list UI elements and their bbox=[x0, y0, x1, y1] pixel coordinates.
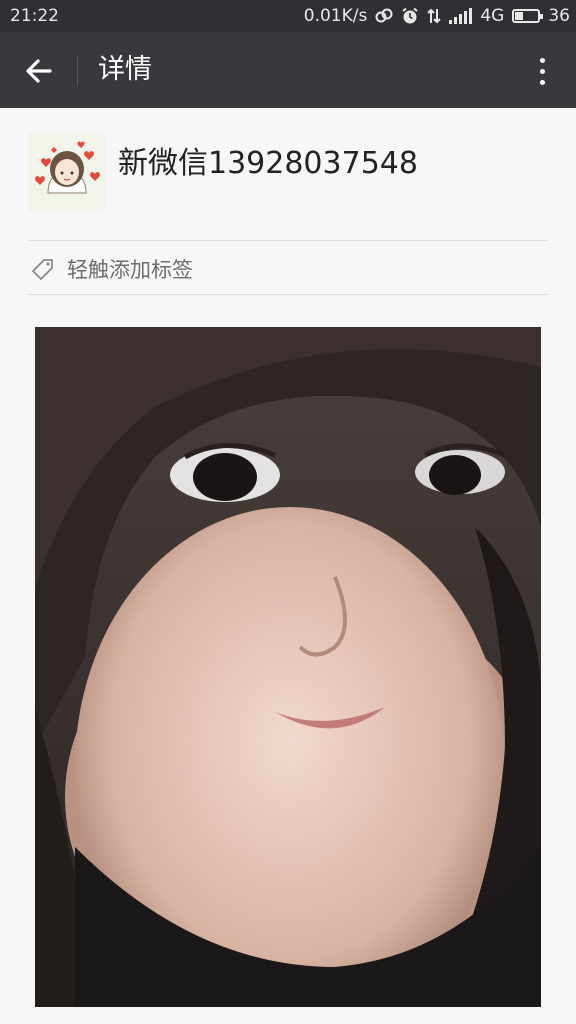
network-type: 4G bbox=[480, 6, 505, 26]
add-tag-row[interactable]: 轻触添加标签 bbox=[29, 243, 547, 295]
profile-photo-image bbox=[35, 327, 541, 1007]
data-transfer-icon bbox=[427, 8, 442, 24]
arrow-left-icon bbox=[26, 59, 52, 83]
link-icon bbox=[375, 8, 393, 23]
status-time: 21:22 bbox=[10, 6, 59, 26]
divider bbox=[29, 294, 547, 295]
add-tag-label: 轻触添加标签 bbox=[67, 258, 193, 282]
avatar[interactable] bbox=[28, 133, 106, 211]
network-speed: 0.01K/s bbox=[303, 6, 368, 26]
battery-icon bbox=[512, 9, 544, 23]
signal-icon bbox=[449, 8, 473, 24]
divider bbox=[29, 240, 547, 241]
contact-name: 新微信13928037548 bbox=[118, 146, 418, 181]
title-divider bbox=[77, 56, 78, 86]
status-icons: 0.01K/s 4G 36 bbox=[304, 0, 570, 32]
more-vertical-icon bbox=[539, 57, 545, 63]
profile-photo[interactable] bbox=[35, 327, 541, 1007]
app-bar: 详情 bbox=[0, 32, 576, 108]
status-bar: 21:22 0.01K/s 4G 36 bbox=[0, 0, 576, 32]
more-options-button[interactable] bbox=[530, 50, 554, 92]
tag-icon bbox=[32, 259, 53, 280]
back-button[interactable] bbox=[18, 50, 60, 92]
battery-level: 36 bbox=[548, 6, 570, 26]
cartoon-girl-avatar bbox=[28, 133, 106, 211]
alarm-icon bbox=[402, 7, 418, 24]
page-title: 详情 bbox=[98, 54, 152, 85]
